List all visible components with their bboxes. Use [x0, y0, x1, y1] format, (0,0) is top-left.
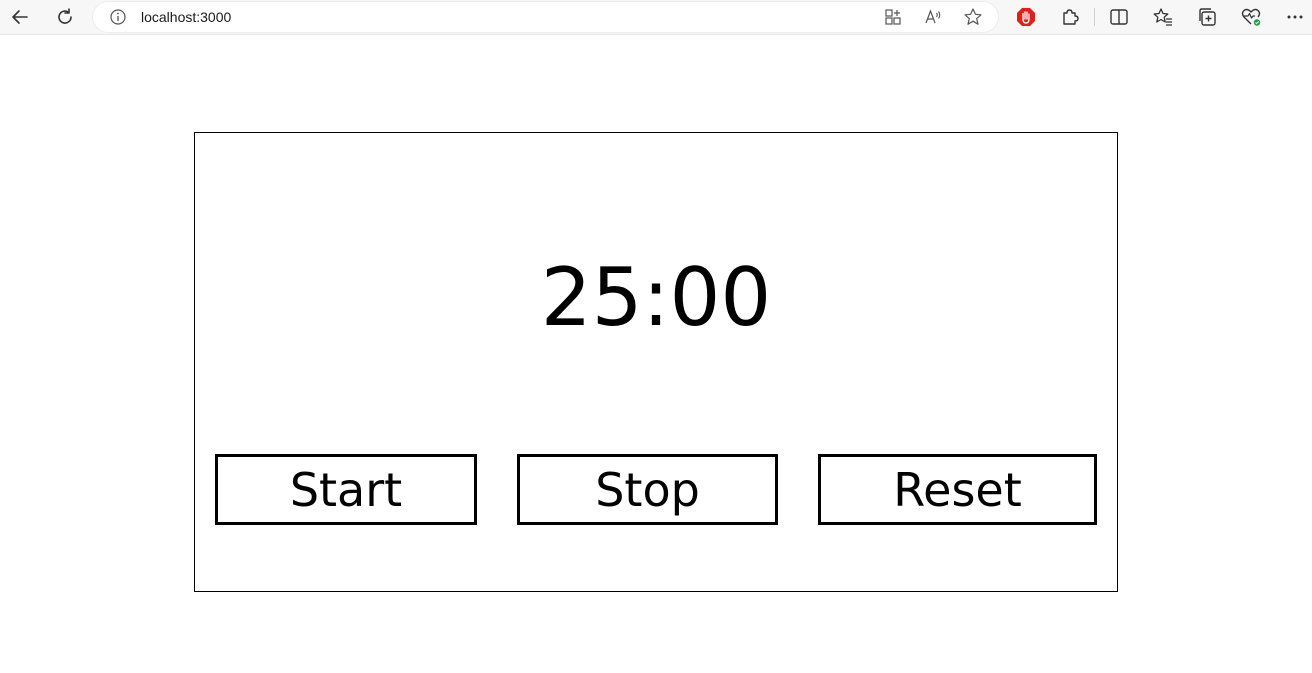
- puzzle-icon: [1063, 9, 1079, 25]
- site-info-button[interactable]: [107, 6, 129, 28]
- add-favorite-button[interactable]: [962, 6, 984, 28]
- toolbar-separator: [1094, 8, 1095, 26]
- app-grid-icon: [885, 9, 901, 25]
- browser-toolbar: localhost:3000: [0, 0, 1312, 35]
- star-icon: [964, 8, 982, 25]
- timer-display: 25:00: [540, 251, 772, 344]
- back-arrow-icon: [12, 10, 28, 24]
- reset-button[interactable]: Reset: [818, 454, 1097, 525]
- extensions-button[interactable]: [1057, 4, 1083, 30]
- refresh-icon: [58, 8, 72, 24]
- split-screen-button[interactable]: [1106, 4, 1132, 30]
- heart-pulse-icon: [1241, 8, 1261, 26]
- favorites-button[interactable]: [1150, 4, 1176, 30]
- read-aloud-icon: [925, 9, 941, 24]
- more-icon: [1287, 15, 1303, 19]
- adblock-extension-button[interactable]: [1013, 4, 1039, 30]
- read-aloud-button[interactable]: [922, 6, 944, 28]
- adblock-icon: [1017, 8, 1035, 26]
- stop-button[interactable]: Stop: [517, 454, 778, 525]
- more-options-button[interactable]: [1282, 4, 1308, 30]
- start-button[interactable]: Start: [215, 454, 477, 525]
- url-text[interactable]: localhost:3000: [141, 9, 231, 25]
- collections-button[interactable]: [1194, 4, 1220, 30]
- app-available-button[interactable]: [882, 6, 904, 28]
- refresh-button[interactable]: [52, 4, 78, 30]
- collections-icon: [1199, 8, 1216, 26]
- browser-essentials-button[interactable]: [1238, 4, 1264, 30]
- back-button[interactable]: [7, 4, 33, 30]
- split-screen-icon: [1110, 9, 1128, 25]
- favorites-icon: [1153, 8, 1172, 26]
- address-bar[interactable]: localhost:3000: [93, 2, 998, 32]
- info-icon: [110, 9, 126, 25]
